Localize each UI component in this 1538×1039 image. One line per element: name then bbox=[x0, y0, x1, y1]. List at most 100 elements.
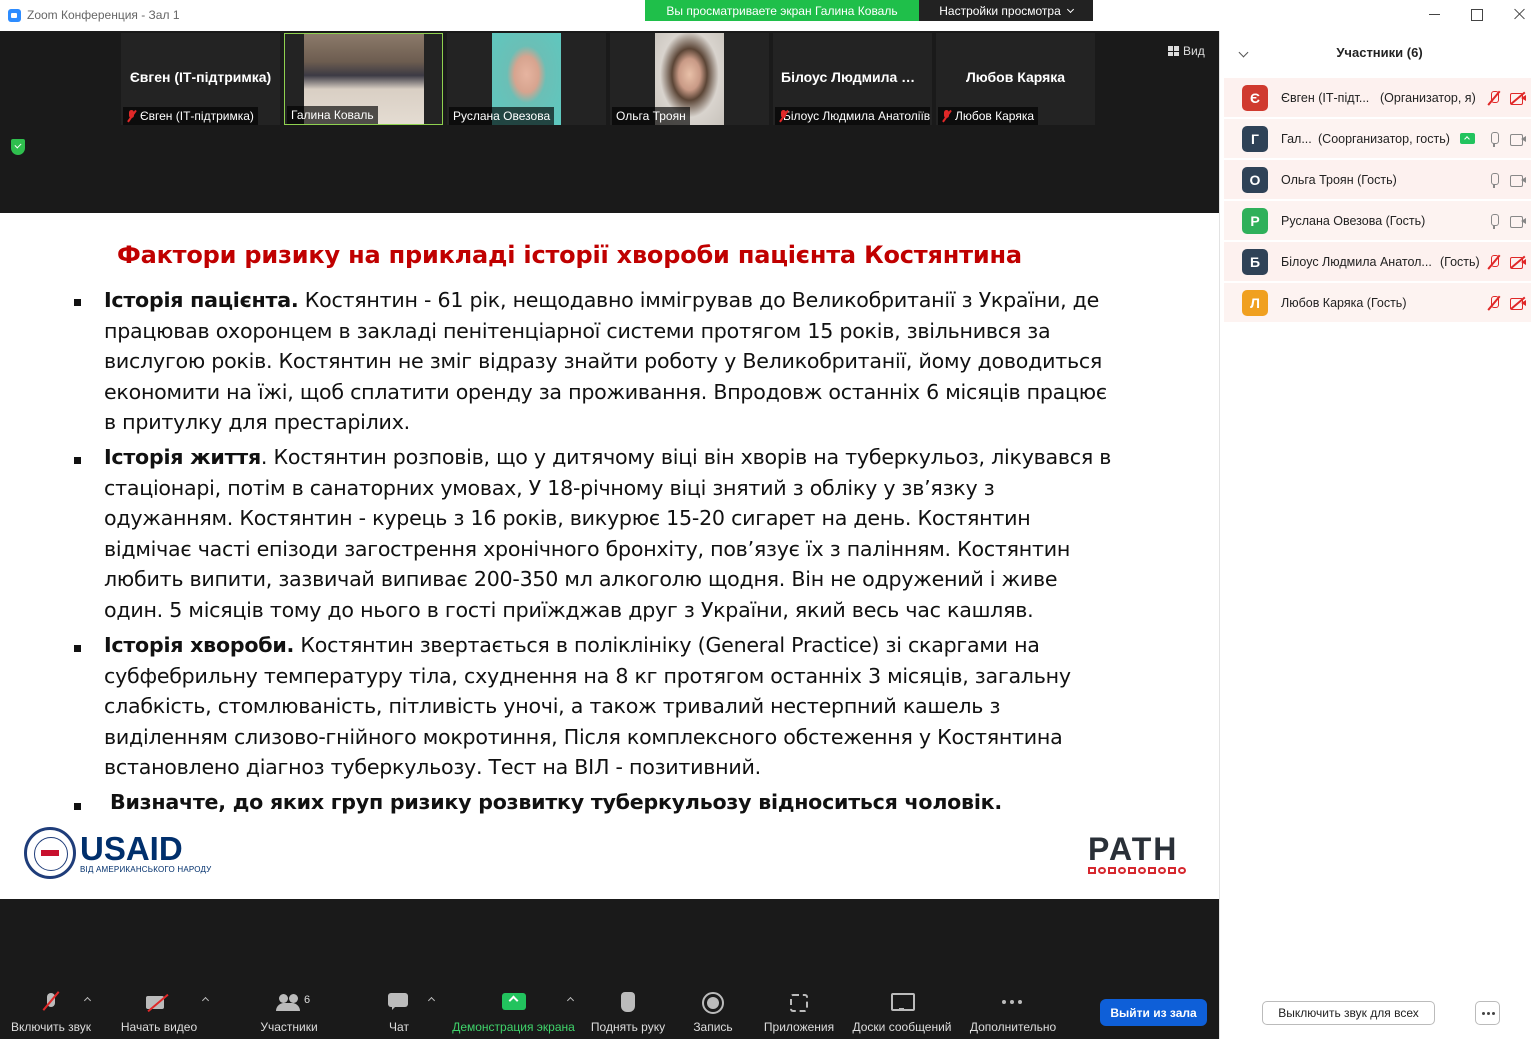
sharing-screen-icon bbox=[1460, 133, 1475, 144]
apps-label: Приложения bbox=[763, 1020, 835, 1034]
participant-row[interactable]: Г Гал... (Соорганизатор, гость) bbox=[1224, 119, 1531, 158]
participant-row[interactable]: Л Любов Каряка (Гость) bbox=[1224, 283, 1531, 322]
video-off-icon[interactable] bbox=[1510, 91, 1526, 105]
mute-all-button[interactable]: Выключить звук для всех bbox=[1262, 1001, 1435, 1025]
video-tile[interactable]: Ольга Троян bbox=[610, 33, 769, 125]
tile-label-text: Євген (ІТ-підтримка) bbox=[140, 109, 254, 123]
video-tile[interactable]: Білоус Людмила Анатоліївна Білоус Людмил… bbox=[773, 33, 932, 125]
participant-role: (Организатор, я) bbox=[1380, 90, 1476, 105]
path-wordmark: PATH bbox=[1088, 831, 1179, 867]
whiteboards-button[interactable]: Доски сообщений bbox=[849, 984, 955, 1034]
mic-muted-icon bbox=[942, 110, 951, 122]
panel-more-button[interactable] bbox=[1475, 1001, 1500, 1025]
mic-icon[interactable] bbox=[1488, 213, 1500, 229]
record-button[interactable]: Запись bbox=[690, 984, 736, 1034]
disease-history-paragraph: Історія хвороби. Костянтин звертається в… bbox=[104, 630, 1119, 783]
mic-muted-icon[interactable] bbox=[1488, 90, 1500, 106]
participant-row[interactable]: Є Євген (ІТ-підт... (Организатор, я) bbox=[1224, 78, 1531, 117]
whiteboards-label: Доски сообщений bbox=[852, 1020, 952, 1034]
participant-row[interactable]: О Ольга Троян (Гость) bbox=[1224, 160, 1531, 199]
shared-screen-slide: Фактори ризику на прикладі історії хворо… bbox=[0, 213, 1219, 899]
window-title-area: Zoom Конференция - Зал 1 bbox=[8, 8, 180, 22]
view-button[interactable]: Вид bbox=[1168, 44, 1205, 58]
participant-name: Білоус Людмила Анатол... bbox=[1281, 254, 1432, 269]
chat-button[interactable]: Чат bbox=[378, 984, 420, 1034]
participant-row[interactable]: Б Білоус Людмила Анатол... (Гость) bbox=[1224, 242, 1531, 281]
avatar: Р bbox=[1242, 207, 1268, 234]
leave-meeting-button[interactable]: Выйти из зала bbox=[1100, 999, 1207, 1026]
window-controls bbox=[1428, 6, 1526, 22]
participant-name: Євген (ІТ-підт... bbox=[1281, 90, 1370, 105]
share-screen-label: Демонстрация экрана bbox=[452, 1020, 575, 1034]
view-options-button[interactable]: Настройки просмотра bbox=[919, 0, 1093, 21]
avatar: Б bbox=[1242, 248, 1268, 275]
panel-title: Участники (6) bbox=[1336, 45, 1423, 60]
participants-panel: Участники (6) Є Євген (ІТ-підт... (Орган… bbox=[1219, 31, 1538, 1039]
mic-muted-icon[interactable] bbox=[1488, 254, 1500, 270]
unmute-label: Включить звук bbox=[10, 1020, 92, 1034]
participant-name: Руслана Овезова (Гость) bbox=[1281, 213, 1426, 228]
tile-label-text: Білоус Людмила Анатоліївна bbox=[783, 109, 930, 123]
raise-hand-button[interactable]: Поднять руку bbox=[588, 984, 668, 1034]
security-shield-icon[interactable] bbox=[11, 139, 25, 155]
question-text: Визначте, до яких груп ризику розвитку т… bbox=[110, 790, 1002, 814]
video-off-icon[interactable] bbox=[1510, 296, 1526, 310]
participant-name: Ольга Троян (Гость) bbox=[1281, 172, 1397, 187]
share-banner: Вы просматриваете экран Галина Коваль На… bbox=[645, 0, 1093, 21]
video-tile[interactable]: Руслана Овезова bbox=[447, 33, 606, 125]
chat-options-caret-icon[interactable] bbox=[427, 996, 436, 1005]
record-icon bbox=[702, 984, 724, 1014]
start-video-label: Начать видео bbox=[120, 1020, 198, 1034]
video-off-icon[interactable] bbox=[1510, 255, 1526, 269]
video-icon[interactable] bbox=[1510, 133, 1526, 146]
tile-name-label: Євген (ІТ-підтримка) bbox=[123, 107, 258, 125]
paragraph-heading: Історія хвороби. bbox=[104, 633, 295, 657]
participants-button[interactable]: Участники bbox=[256, 984, 322, 1034]
video-tile[interactable]: Любов Каряка Любов Каряка bbox=[936, 33, 1095, 125]
slide-title: Фактори ризику на прикладі історії хворо… bbox=[117, 241, 1022, 269]
viewing-screen-label: Вы просматриваете экран Галина Коваль bbox=[645, 0, 919, 21]
tile-name-label: Галина Коваль bbox=[287, 106, 378, 124]
more-label: Дополнительно bbox=[969, 1020, 1057, 1034]
video-icon[interactable] bbox=[1510, 215, 1526, 228]
apps-button[interactable]: Приложения bbox=[760, 984, 838, 1034]
patient-history-paragraph: Історія пацієнта. Костянтин - 61 рік, не… bbox=[104, 285, 1119, 438]
participant-role: (Соорганизатор, гость) bbox=[1318, 131, 1450, 146]
participants-icon bbox=[276, 984, 302, 1014]
life-history-paragraph: Історія життя. Костянтин розповів, що у … bbox=[104, 442, 1119, 626]
paragraph-heading: Історія пацієнта. bbox=[104, 288, 299, 312]
chat-icon bbox=[388, 984, 410, 1014]
participants-label: Участники bbox=[260, 1020, 318, 1034]
avatar: Л bbox=[1242, 289, 1268, 316]
meeting-toolbar: Включить звук Начать видео Участники 6 Ч… bbox=[0, 984, 1219, 1039]
mic-muted-icon bbox=[127, 110, 136, 122]
hand-icon bbox=[620, 984, 636, 1014]
raise-hand-label: Поднять руку bbox=[590, 1020, 666, 1034]
mic-muted-icon[interactable] bbox=[1488, 295, 1500, 311]
tile-display-name: Любов Каряка bbox=[965, 69, 1066, 85]
unmute-button[interactable]: Включить звук bbox=[8, 984, 94, 1034]
tile-display-name: Білоус Людмила Анатоліївна bbox=[781, 69, 932, 85]
bullet-icon bbox=[74, 457, 81, 464]
usaid-wordmark: USAID bbox=[80, 829, 183, 867]
close-button[interactable] bbox=[1512, 6, 1526, 22]
video-tile[interactable]: Євген (ІТ-підтримка) Євген (ІТ-підтримка… bbox=[121, 33, 280, 125]
more-button[interactable]: Дополнительно bbox=[966, 984, 1060, 1034]
video-options-caret-icon[interactable] bbox=[201, 996, 210, 1005]
share-screen-button[interactable]: Демонстрация экрана bbox=[450, 984, 577, 1034]
video-tile-active-speaker[interactable]: Галина Коваль bbox=[284, 33, 443, 125]
participant-row[interactable]: Р Руслана Овезова (Гость) bbox=[1224, 201, 1531, 240]
tile-label-text: Руслана Овезова bbox=[453, 109, 551, 123]
mic-icon[interactable] bbox=[1488, 131, 1500, 147]
tile-label-text: Любов Каряка bbox=[955, 109, 1035, 123]
apps-icon bbox=[790, 984, 808, 1014]
video-icon[interactable] bbox=[1510, 174, 1526, 187]
zoom-window: Zoom Конференция - Зал 1 Вы просматривае… bbox=[0, 0, 1538, 1039]
maximize-button[interactable] bbox=[1470, 6, 1484, 22]
video-strip: Євген (ІТ-підтримка) Євген (ІТ-підтримка… bbox=[0, 31, 1219, 213]
start-video-button[interactable]: Начать видео bbox=[118, 984, 200, 1034]
mic-icon[interactable] bbox=[1488, 172, 1500, 188]
avatar: О bbox=[1242, 166, 1268, 193]
minimize-button[interactable] bbox=[1428, 6, 1442, 22]
bullet-icon bbox=[74, 803, 81, 810]
